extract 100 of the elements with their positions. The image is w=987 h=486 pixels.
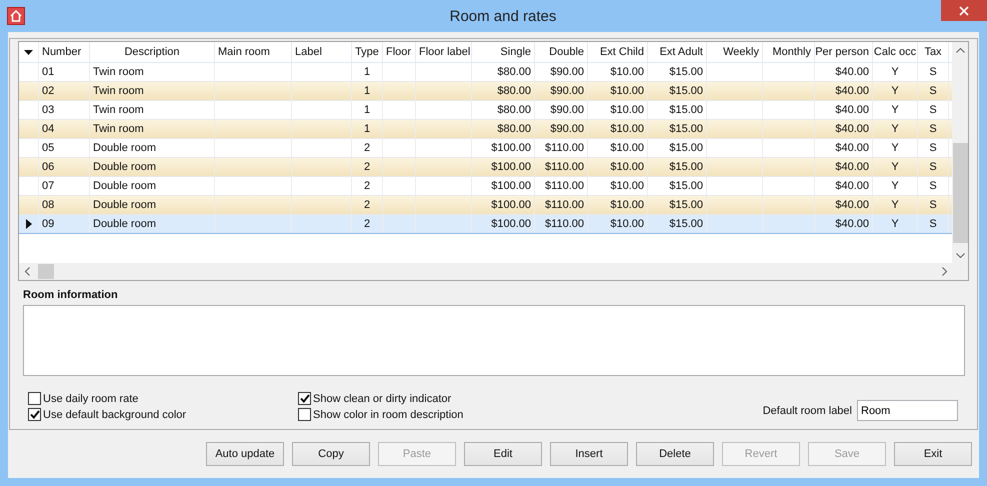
column-header[interactable]: Description	[90, 42, 215, 62]
table-cell: $10.00	[588, 158, 648, 176]
action-button[interactable]: Insert	[550, 442, 628, 466]
table-cell: Y	[873, 196, 918, 214]
window-title: Room and rates	[448, 8, 558, 24]
column-header[interactable]: Ext Adult	[648, 42, 707, 62]
column-header[interactable]: Single	[472, 42, 535, 62]
table-cell: S	[918, 120, 949, 138]
table-cell: $110.00	[535, 139, 588, 157]
column-header[interactable]: Main room	[215, 42, 292, 62]
table-row[interactable]: 01 Twin room 1 $80.00 $90.00 $10.00 $15.00 $40.00 Y S	[19, 63, 952, 82]
table-cell: $15.00	[648, 139, 707, 157]
scrollbar-thumb[interactable]	[38, 264, 54, 279]
table-row[interactable]: 09 Double room 2 $100.00 $110.00 $10.00 $15.00 $40.00 Y S	[19, 215, 952, 234]
scrollbar-thumb[interactable]	[952, 143, 968, 243]
table-cell: $10.00	[588, 63, 648, 81]
table-cell: $90.00	[535, 63, 588, 81]
column-header[interactable]: Tax	[918, 42, 949, 62]
table-cell: $15.00	[648, 215, 707, 233]
column-header[interactable]: Double	[535, 42, 588, 62]
table-row[interactable]: 08 Double room 2 $100.00 $110.00 $10.00 $15.00 $40.00 Y S	[19, 196, 952, 215]
table-cell: $40.00	[815, 139, 873, 157]
table-cell: $100.00	[472, 158, 535, 176]
table-cell: Twin room	[90, 82, 215, 100]
column-header[interactable]: Per person	[815, 42, 873, 62]
table-cell: Y	[873, 82, 918, 100]
table-row[interactable]: 03 Twin room 1 $80.00 $90.00 $10.00 $15.00 $40.00 Y S	[19, 101, 952, 120]
table-cell: $90.00	[535, 120, 588, 138]
column-header[interactable]: Floor label	[416, 42, 472, 62]
column-header[interactable]: Weekly	[707, 42, 763, 62]
column-header[interactable]: Monthly	[763, 42, 815, 62]
table-cell: $15.00	[648, 101, 707, 119]
table-cell: S	[918, 158, 949, 176]
table-cell: 1	[352, 120, 383, 138]
column-header[interactable]: Label	[292, 42, 352, 62]
column-header[interactable]: Type	[352, 42, 383, 62]
table-cell: Twin room	[90, 101, 215, 119]
table-row[interactable]: 02 Twin room 1 $80.00 $90.00 $10.00 $15.00 $40.00 Y S	[19, 82, 952, 101]
action-button[interactable]: Auto update	[206, 442, 284, 466]
table-cell: $40.00	[815, 120, 873, 138]
house-icon	[7, 7, 25, 25]
vertical-scrollbar[interactable]	[952, 42, 968, 263]
column-header[interactable]: Calc occ	[873, 42, 918, 62]
table-cell: 07	[39, 177, 90, 195]
table-cell: $40.00	[815, 101, 873, 119]
table-cell: $80.00	[472, 120, 535, 138]
table-cell: $15.00	[648, 63, 707, 81]
current-row-icon	[26, 219, 32, 229]
horizontal-scrollbar[interactable]	[19, 263, 952, 280]
table-cell: $10.00	[588, 82, 648, 100]
column-header[interactable]: Number	[39, 42, 90, 62]
table-cell: S	[918, 177, 949, 195]
action-button[interactable]: Delete	[636, 442, 714, 466]
table-cell: $110.00	[535, 215, 588, 233]
table-cell: S	[918, 139, 949, 157]
table-cell: $80.00	[472, 82, 535, 100]
checkbox[interactable]	[28, 408, 41, 421]
table-cell: Y	[873, 215, 918, 233]
table-cell: $15.00	[648, 177, 707, 195]
table-cell: $40.00	[815, 177, 873, 195]
table-row[interactable]: 06 Double room 2 $100.00 $110.00 $10.00 $15.00 $40.00 Y S	[19, 158, 952, 177]
table-cell: Y	[873, 120, 918, 138]
table-cell: $40.00	[815, 215, 873, 233]
table-cell: $10.00	[588, 120, 648, 138]
checkbox[interactable]	[28, 392, 41, 405]
table-cell: 2	[352, 196, 383, 214]
table-row[interactable]: 07 Double room 2 $100.00 $110.00 $10.00 $15.00 $40.00 Y S	[19, 177, 952, 196]
table-cell: $15.00	[648, 120, 707, 138]
checkbox[interactable]	[298, 392, 311, 405]
close-button[interactable]	[941, 0, 987, 21]
table-cell: $10.00	[588, 196, 648, 214]
table-row[interactable]: 04 Twin room 1 $80.00 $90.00 $10.00 $15.00 $40.00 Y S	[19, 120, 952, 139]
column-header[interactable]: Floor	[383, 42, 416, 62]
checkbox-label: Use daily room rate	[43, 392, 138, 404]
table-cell: 1	[352, 82, 383, 100]
action-button[interactable]: Copy	[292, 442, 370, 466]
table-row[interactable]: 05 Double room 2 $100.00 $110.00 $10.00 $15.00 $40.00 Y S	[19, 139, 952, 158]
table-cell: Y	[873, 139, 918, 157]
checkbox[interactable]	[298, 408, 311, 421]
table-cell: S	[918, 101, 949, 119]
table-cell: 08	[39, 196, 90, 214]
table-cell: $80.00	[472, 101, 535, 119]
table-cell: $90.00	[535, 82, 588, 100]
table-cell: Double room	[90, 215, 215, 233]
table-cell: $10.00	[588, 101, 648, 119]
table-cell: $110.00	[535, 177, 588, 195]
room-information-label: Room information	[23, 289, 119, 301]
column-header[interactable]: Ext Child	[588, 42, 648, 62]
action-button[interactable]: Exit	[894, 442, 972, 466]
table-cell: $40.00	[815, 158, 873, 176]
table-cell: 1	[352, 63, 383, 81]
table-cell: 2	[352, 215, 383, 233]
checkbox-label: Show clean or dirty indicator	[313, 392, 452, 404]
table-cell: $40.00	[815, 63, 873, 81]
close-icon	[959, 6, 969, 16]
dropdown-icon[interactable]	[24, 50, 33, 54]
table-cell: $90.00	[535, 101, 588, 119]
default-room-label-field[interactable]: Room	[857, 400, 958, 421]
table-cell: Y	[873, 158, 918, 176]
action-button[interactable]: Edit	[464, 442, 542, 466]
